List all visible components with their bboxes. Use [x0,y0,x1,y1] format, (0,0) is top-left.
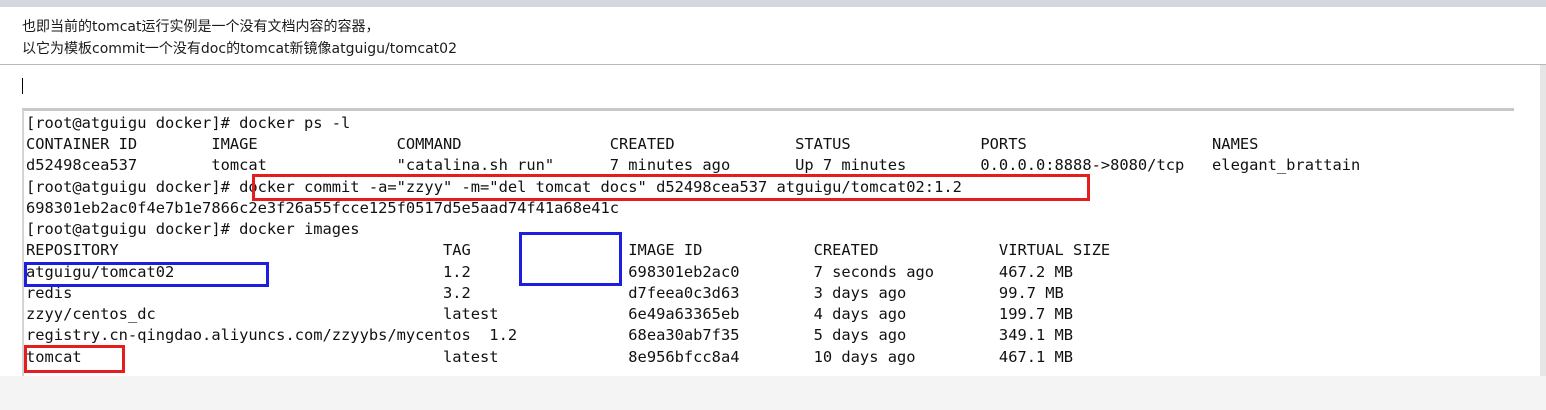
terminal-screenshot: [root@atguigu docker]# docker ps -l CONT… [22,108,1514,379]
terminal-line-image-row: tomcat latest 8e956bfcc8a4 10 days ago 4… [26,348,1074,366]
divider [0,64,1546,65]
top-window-bar [0,0,1546,7]
terminal-line-image-row: registry.cn-qingdao.aliyuncs.com/zzyybs/… [26,326,1074,344]
terminal-line-ps-header: CONTAINER ID IMAGE COMMAND CREATED STATU… [26,135,1259,153]
repository-highlight [24,262,269,287]
terminal-line-prompt-images: [root@atguigu docker]# docker images [26,220,360,238]
terminal-line-ps-row: d52498cea537 tomcat "catalina.sh run" 7 … [26,156,1361,174]
right-scroll-edge [1540,65,1546,376]
note-line-1: 也即当前的tomcat运行实例是一个没有文档内容的容器， [22,19,380,35]
note-line-2: 以它为模板commit一个没有doc的tomcat新镜像atguigu/tomc… [22,41,457,57]
terminal-line-commit-id: 698301eb2ac0f4e7b1e7866c2e3f26a55fcce125… [26,199,620,217]
tomcat-image-highlight [24,345,125,373]
tag-column-highlight [519,232,622,286]
commit-command-highlight [252,174,1090,201]
terminal-line-prompt-ps: [root@atguigu docker]# docker ps -l [26,114,351,132]
terminal-line-image-row: zzyy/centos_dc latest 6e49a63365eb 4 day… [26,305,1074,323]
bottom-bar [0,376,1546,410]
text-cursor [22,78,23,94]
note-area: 也即当前的tomcat运行实例是一个没有文档内容的容器， 以它为模板commit… [0,7,1546,65]
